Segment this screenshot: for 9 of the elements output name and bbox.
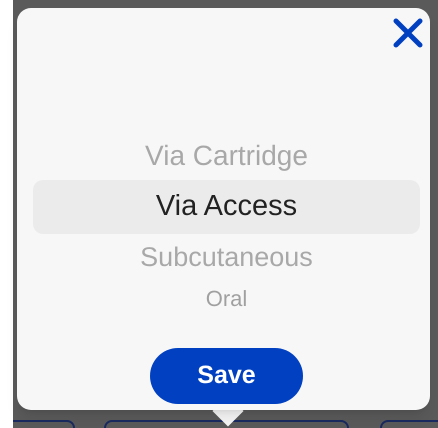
picker-option[interactable]: Via Cartridge xyxy=(33,132,420,180)
picker-option[interactable]: Subcutaneous xyxy=(33,234,420,280)
dimmed-pill-outline xyxy=(13,420,75,428)
close-button[interactable] xyxy=(391,16,425,50)
save-button[interactable]: Save xyxy=(150,348,303,404)
dimmed-pill-outline xyxy=(380,420,438,428)
picker-option[interactable]: Via Access xyxy=(33,180,420,234)
picker-option[interactable]: Oral xyxy=(33,280,420,316)
close-icon xyxy=(393,18,423,48)
